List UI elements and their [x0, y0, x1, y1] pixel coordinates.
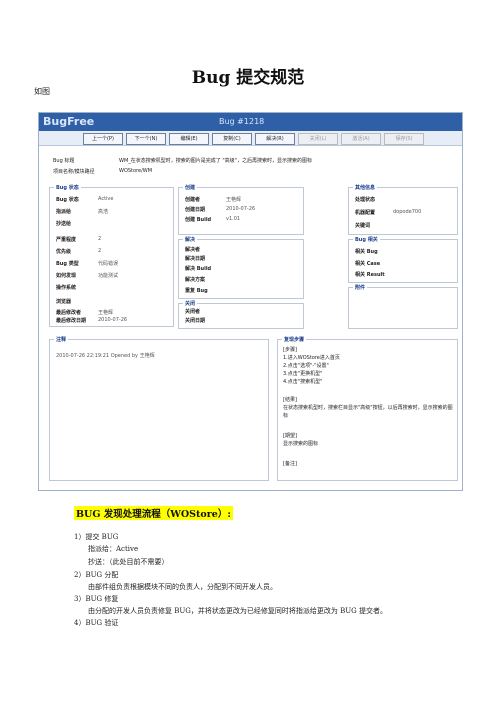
project-label: 项目名称/模块路径 [53, 169, 95, 175]
close-button[interactable]: 关闭(L) [298, 133, 338, 145]
field-label: 机器配置 [355, 210, 376, 216]
field-label: 最后修改日期 [56, 318, 87, 324]
project-value: WOStore/WM [119, 168, 153, 174]
field-label: 严重程度 [56, 237, 77, 243]
edit-button[interactable]: 编辑(E) [169, 133, 209, 145]
copy-button[interactable]: 复制(C) [212, 133, 252, 145]
step-line: [结果] [283, 397, 297, 403]
flow-detail: 由部件组负责根据模块不同的负责人，分配到不同开发人员。 [88, 583, 277, 591]
field-label: 创建日期 [185, 207, 206, 213]
field-value[interactable]: Active [98, 196, 113, 202]
step-line: [备注] [283, 461, 297, 467]
flow-step: 1）提交 BUG [74, 533, 119, 541]
field-label: 相关 Bug [355, 249, 378, 255]
field-label: 创建者 [185, 197, 201, 203]
field-value[interactable]: 2 [98, 248, 101, 254]
field-label: 浏览器 [56, 299, 72, 305]
bug-status-box-title: Bug 状态 [54, 184, 81, 191]
bug-status-box: Bug 状态 Bug 状态 Active 指派给 高浩 抄送给 严重程度 2 优… [49, 184, 174, 327]
history-entry: 2010-07-26 22:19:21 Opened by 王艳辉 [56, 353, 155, 359]
field-value: v1.01 [226, 216, 241, 222]
attachment-box: 附件 [348, 284, 458, 329]
step-line: 在状态搜索机型时，搜索栏目显示"高级"按钮，以后再搜索时，显示搜索的图 [283, 405, 453, 411]
field-value[interactable]: 2 [98, 236, 101, 242]
history-box: 注释 2010-07-26 22:19:21 Opened by 王艳辉 [49, 336, 269, 481]
field-label: 操作系统 [56, 285, 77, 291]
field-label: 关闭者 [185, 309, 201, 315]
flow-step: 2）BUG 分配 [74, 571, 119, 579]
field-value: 王艳辉 [98, 310, 114, 316]
field-value: 2010-07-26 [226, 206, 256, 212]
step-line: 3.点击"更换机型" [283, 371, 323, 377]
other-info-box: 其他信息 处理状态 机器配置 dopode700 关键词 [348, 184, 458, 235]
bugfree-logo: BugFree [43, 115, 95, 128]
toolbar: 上一个(P) 下一个(N) 编辑(E) 复制(C) 解决(R) 关闭(L) 激活… [39, 131, 462, 146]
close-box-title: 关闭 [183, 300, 198, 307]
flow-section-title: BUG 发现处理流程（WOStore）: [74, 506, 233, 520]
history-box-title: 注释 [54, 336, 69, 343]
field-value: dopode700 [393, 209, 422, 215]
flow-detail: 抄送：（此处目前不需要） [88, 558, 169, 566]
repro-steps-box: 复现步骤 [步骤] 1.进入WOStore进入首页 2.点击"选项"-"设置" … [277, 336, 458, 481]
bugfree-header: BugFree Bug #1218 [39, 113, 462, 131]
bugfree-screenshot: BugFree Bug #1218 上一个(P) 下一个(N) 编辑(E) 复制… [38, 112, 463, 491]
other-info-box-title: 其他信息 [353, 184, 378, 191]
create-box: 创建 创建者 王艳辉 创建日期 2010-07-26 创建 Build v1.0… [178, 184, 304, 235]
field-label: 相关 Result [355, 272, 385, 278]
step-line: [期望] [283, 433, 297, 439]
bug-id: Bug #1218 [219, 117, 265, 126]
resolve-box-title: 解决 [183, 236, 198, 243]
field-label: 解决日期 [185, 256, 206, 262]
field-label: 如何发现 [56, 273, 77, 279]
field-label: 创建 Build [185, 217, 212, 223]
field-label: 解决者 [185, 247, 201, 253]
bug-title-label: Bug 标题 [53, 158, 75, 164]
field-value: 2010-07-26 [98, 317, 128, 323]
step-line: 2.点击"选项"-"设置" [283, 363, 329, 369]
close-box: 关闭 关闭者 关闭日期 [178, 300, 304, 329]
document-title: Bug 提交规范 [191, 68, 305, 88]
step-line: 显示搜索的图标 [283, 441, 319, 447]
field-label: 相关 Case [355, 261, 381, 267]
field-label: 重复 Bug [185, 288, 208, 294]
field-value[interactable]: 代码错误 [98, 260, 118, 267]
step-line: [步骤] [283, 347, 297, 353]
field-label: Bug 状态 [56, 197, 79, 203]
field-label: 指派给 [56, 209, 72, 215]
step-line: 标 [283, 413, 289, 419]
field-label: 处理状态 [355, 197, 376, 203]
field-label: Bug 类型 [56, 261, 79, 267]
create-box-title: 创建 [183, 184, 198, 191]
figure-caption: 如图 [34, 87, 50, 96]
step-line: 4.点击"搜索机型" [283, 379, 323, 385]
flow-detail: 由分配的开发人员负责修复 BUG，并将状态更改为已经修复同时将指派给更改为 BU… [88, 607, 387, 615]
attachment-box-title: 附件 [353, 284, 368, 291]
next-button[interactable]: 下一个(N) [126, 133, 166, 145]
bug-title-value: WM_在状态搜索机型时，搜索的图片是完成了 "高级"，之后再搜索时，显示搜索的图… [119, 158, 312, 164]
resolve-box: 解决 解决者 解决日期 解决 Build 解决方案 重复 Bug [178, 236, 304, 299]
flow-step: 4）BUG 验证 [74, 619, 119, 627]
step-line: 1.进入WOStore进入首页 [283, 355, 340, 361]
field-label: 解决方案 [185, 277, 206, 283]
bug-related-box-title: Bug 相关 [353, 236, 380, 243]
flow-detail: 指派给：Active [88, 545, 139, 553]
bug-related-box: Bug 相关 相关 Bug 相关 Case 相关 Result [348, 236, 458, 283]
field-label: 优先级 [56, 249, 72, 255]
field-label: 最后修改者 [56, 310, 82, 316]
flow-step: 3）BUG 修复 [74, 595, 119, 603]
field-value: 王艳辉 [226, 197, 242, 203]
resolve-button[interactable]: 解决(R) [255, 133, 295, 145]
prev-button[interactable]: 上一个(P) [83, 133, 123, 145]
field-label: 关键词 [355, 223, 371, 229]
field-value[interactable]: 功能测试 [98, 272, 118, 279]
activate-button[interactable]: 激活(A) [341, 133, 381, 145]
field-label: 抄送给 [56, 221, 72, 227]
repro-steps-box-title: 复现步骤 [282, 336, 307, 343]
field-label: 关闭日期 [185, 318, 206, 324]
field-label: 解决 Build [185, 266, 212, 272]
save-button[interactable]: 保存(S) [384, 133, 424, 145]
field-value[interactable]: 高浩 [98, 208, 108, 215]
